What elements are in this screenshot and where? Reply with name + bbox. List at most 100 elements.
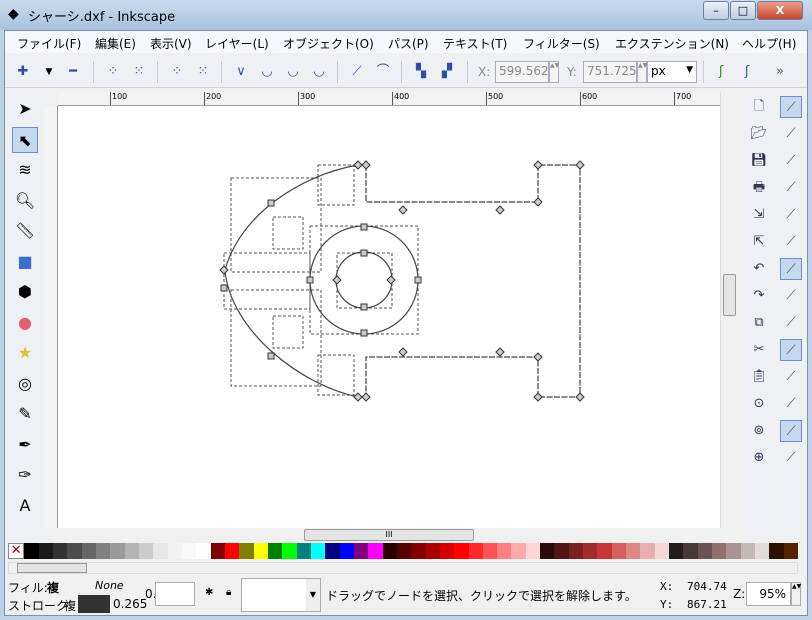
color-swatch[interactable] xyxy=(640,543,655,559)
color-swatch[interactable] xyxy=(296,543,311,559)
zoom-input[interactable]: 95% xyxy=(746,582,791,606)
snap-toggle-icon[interactable]: ⟋ xyxy=(780,96,802,118)
color-swatch[interactable] xyxy=(181,543,197,559)
color-swatch[interactable] xyxy=(568,543,584,559)
color-swatch[interactable] xyxy=(339,543,354,559)
color-swatch[interactable] xyxy=(683,543,698,559)
snap-midpoint-icon[interactable]: ⟋ xyxy=(780,393,802,415)
snap-bbox-icon[interactable]: ⟋ xyxy=(780,123,802,145)
color-swatch[interactable] xyxy=(24,543,39,559)
color-swatch[interactable] xyxy=(726,543,741,559)
horizontal-scroll-thumb[interactable]: III xyxy=(304,529,474,541)
color-swatch[interactable] xyxy=(153,543,168,559)
print-icon[interactable]: 🖶 xyxy=(748,177,770,199)
color-swatch[interactable] xyxy=(382,543,397,559)
redo-icon[interactable]: ↷ xyxy=(748,285,770,307)
path-node xyxy=(360,329,368,337)
color-swatch[interactable] xyxy=(210,543,225,559)
zoom-page-icon[interactable]: ⊕ xyxy=(748,447,770,469)
snap-bbox-edge-icon[interactable]: ⟋ xyxy=(780,150,802,172)
color-swatch[interactable] xyxy=(368,543,383,559)
color-swatch[interactable] xyxy=(511,543,526,559)
color-swatch[interactable] xyxy=(540,543,555,559)
color-swatch[interactable] xyxy=(454,543,469,559)
color-swatch[interactable] xyxy=(138,543,154,559)
color-swatch[interactable] xyxy=(253,543,268,559)
color-swatch[interactable] xyxy=(81,543,96,559)
snap-center-icon[interactable]: ⟋ xyxy=(780,420,802,442)
snap-bbox-center-icon[interactable]: ⟋ xyxy=(780,231,802,253)
snap-page-icon[interactable]: ⟋ xyxy=(780,447,802,469)
color-swatch[interactable] xyxy=(525,543,541,559)
no-paint-swatch[interactable]: ✕ xyxy=(8,543,25,559)
copy-icon[interactable]: ⧉ xyxy=(748,312,770,334)
fill-none[interactable]: None xyxy=(95,579,124,592)
color-swatch[interactable] xyxy=(769,543,784,559)
export-icon[interactable]: ⇱ xyxy=(748,231,770,253)
vertical-scrollbar[interactable] xyxy=(720,92,738,528)
snap-nodes-icon[interactable]: ⟋ xyxy=(780,258,802,280)
color-swatch[interactable] xyxy=(110,543,125,559)
color-swatch[interactable] xyxy=(654,543,670,559)
opacity-input[interactable] xyxy=(155,582,195,606)
color-swatch[interactable] xyxy=(396,543,412,559)
color-swatch[interactable] xyxy=(597,543,612,559)
color-swatch[interactable] xyxy=(740,543,756,559)
snap-intersection-icon[interactable]: ⟋ xyxy=(780,312,802,334)
color-swatch[interactable] xyxy=(239,543,254,559)
color-swatch[interactable] xyxy=(124,543,139,559)
cut-icon[interactable]: ✂ xyxy=(748,339,770,361)
color-swatch[interactable] xyxy=(411,543,426,559)
palette-scroll-thumb[interactable] xyxy=(17,563,87,573)
layer-select[interactable]: ▼ xyxy=(241,578,321,612)
layer-visibility-icon[interactable]: ✱ xyxy=(205,587,213,598)
zoom-spinner[interactable]: ▲▼ xyxy=(791,582,801,606)
import-icon[interactable]: ⇲ xyxy=(748,204,770,226)
color-swatch[interactable] xyxy=(282,543,297,559)
color-swatch[interactable] xyxy=(167,543,182,559)
vertical-scroll-thumb[interactable] xyxy=(723,274,736,316)
color-swatch[interactable] xyxy=(669,543,684,559)
color-swatch[interactable] xyxy=(712,543,727,559)
color-swatch[interactable] xyxy=(755,543,770,559)
color-swatch[interactable] xyxy=(310,543,326,559)
color-swatch[interactable] xyxy=(425,543,440,559)
color-swatch[interactable] xyxy=(554,543,569,559)
zoom-selection-icon[interactable]: ⊙ xyxy=(748,393,770,415)
layer-lock-icon[interactable]: 🔒︎ xyxy=(226,587,231,598)
new-doc-icon[interactable]: 🗋 xyxy=(748,96,770,118)
color-swatch[interactable] xyxy=(626,543,641,559)
stroke-swatch[interactable] xyxy=(78,595,110,613)
snap-cusp-icon[interactable]: ⟋ xyxy=(780,339,802,361)
color-swatch[interactable] xyxy=(267,543,283,559)
color-swatch[interactable] xyxy=(325,543,340,559)
color-swatch[interactable] xyxy=(783,543,799,559)
path-node xyxy=(267,199,275,207)
color-swatch[interactable] xyxy=(583,543,598,559)
color-swatch[interactable] xyxy=(67,543,82,559)
snap-bbox-midpoint-icon[interactable]: ⟋ xyxy=(780,204,802,226)
color-swatch[interactable] xyxy=(497,543,512,559)
color-swatch[interactable] xyxy=(353,543,369,559)
color-swatch[interactable] xyxy=(52,543,68,559)
color-swatch[interactable] xyxy=(196,543,211,559)
paste-icon[interactable]: 📋︎ xyxy=(748,366,770,388)
color-swatch[interactable] xyxy=(611,543,627,559)
palette-scrollbar[interactable] xyxy=(8,562,798,574)
stroke-width[interactable]: 0.265 xyxy=(113,597,147,611)
open-icon[interactable]: 📂︎ xyxy=(748,123,770,145)
zoom-drawing-icon[interactable]: ⊚ xyxy=(748,420,770,442)
snap-path-icon[interactable]: ⟋ xyxy=(780,285,802,307)
color-swatch[interactable] xyxy=(439,543,455,559)
undo-icon[interactable]: ↶ xyxy=(748,258,770,280)
color-swatch[interactable] xyxy=(95,543,111,559)
color-swatch[interactable] xyxy=(697,543,713,559)
color-swatch[interactable] xyxy=(224,543,240,559)
snap-smooth-icon[interactable]: ⟋ xyxy=(780,366,802,388)
save-icon[interactable]: 💾︎ xyxy=(748,150,770,172)
color-swatch[interactable] xyxy=(38,543,53,559)
color-swatch[interactable] xyxy=(468,543,483,559)
horizontal-scrollbar[interactable]: III xyxy=(58,528,720,542)
color-swatch[interactable] xyxy=(482,543,498,559)
snap-bbox-corner-icon[interactable]: ⟋ xyxy=(780,177,802,199)
